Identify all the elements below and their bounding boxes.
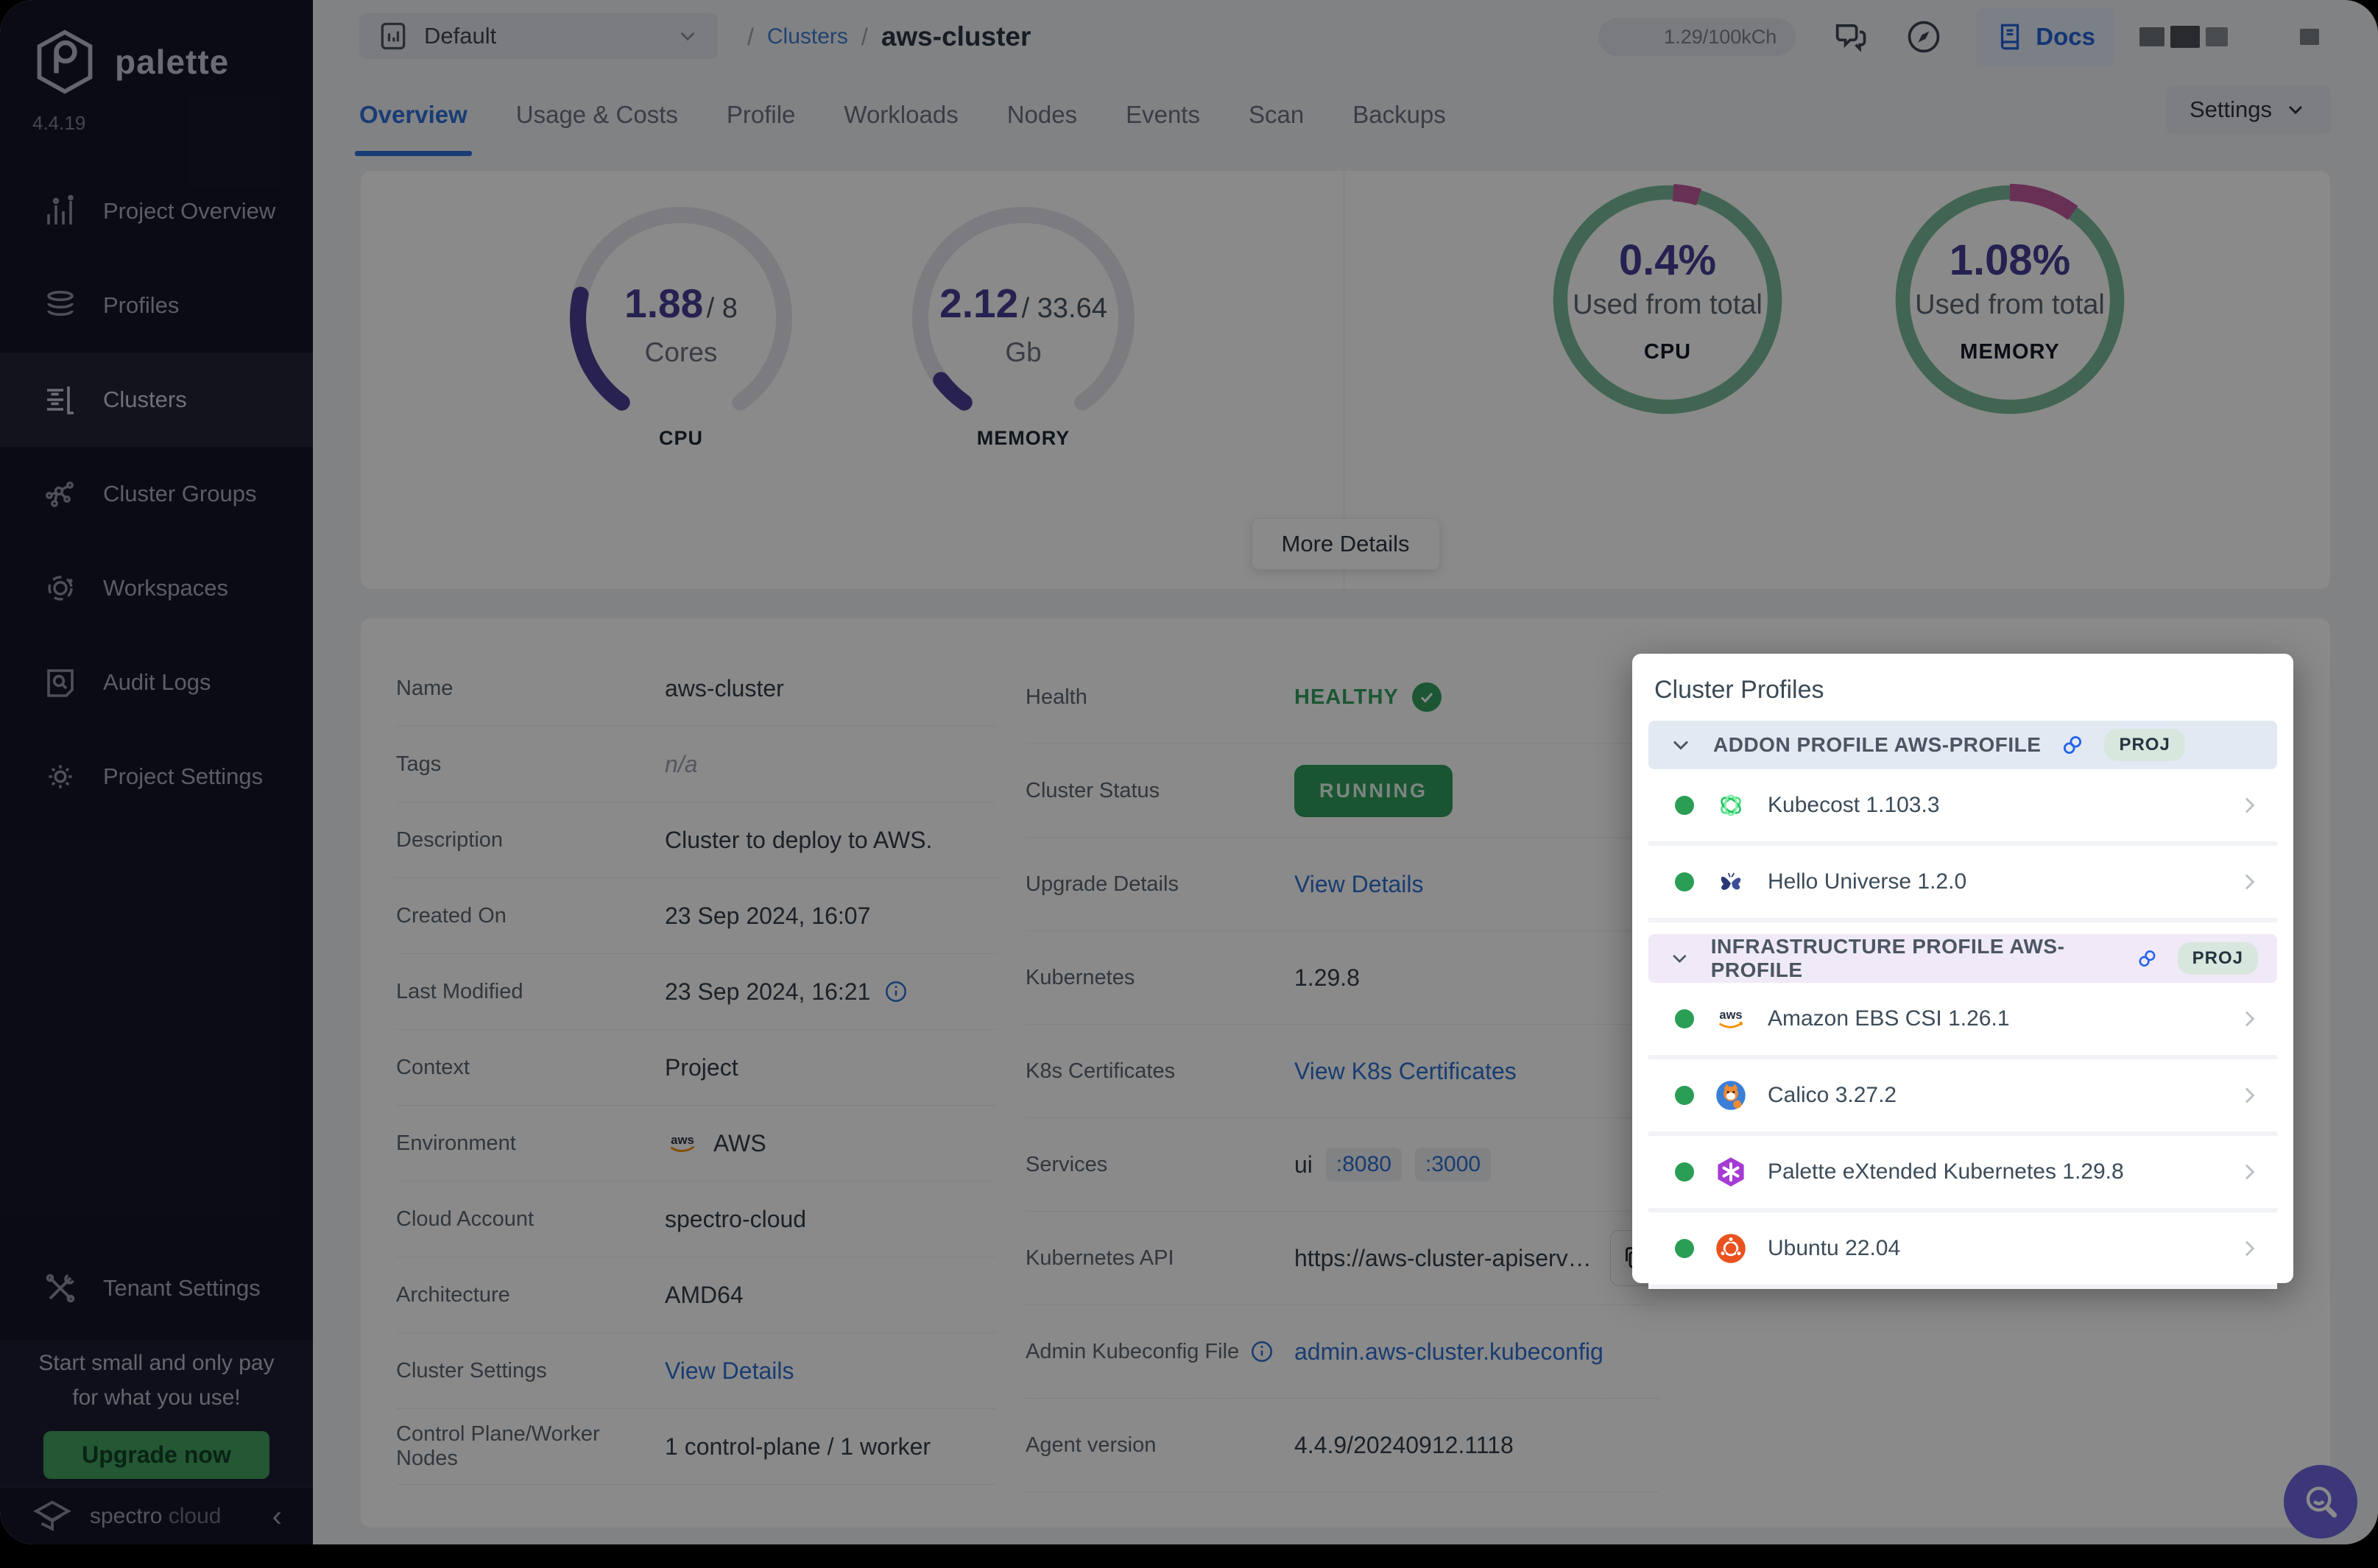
chevron-down-icon — [1668, 732, 1694, 758]
profile-row-hello-universe[interactable]: Hello Universe 1.2.0 — [1648, 846, 2277, 922]
chevron-right-icon — [2237, 1007, 2261, 1031]
pxk-logo — [1715, 1156, 1747, 1188]
profile-pack-name: Ubuntu 22.04 — [1768, 1236, 1900, 1261]
app-window: palette 4.4.19 Project Overview Profiles — [0, 0, 2378, 1544]
status-dot — [1675, 1086, 1694, 1105]
profile-row-amazon-ebs-csi[interactable]: aws Amazon EBS CSI 1.26.1 — [1648, 983, 2277, 1059]
status-dot — [1675, 796, 1694, 815]
profile-row-kubecost[interactable]: Kubecost 1.103.3 — [1648, 769, 2277, 846]
profile-pack-name: Kubecost 1.103.3 — [1768, 793, 1940, 818]
infrastructure-profile-header[interactable]: INFRASTRUCTURE PROFILE AWS-PROFILE PROJ — [1648, 934, 2277, 983]
profile-pack-name: Palette eXtended Kubernetes 1.29.8 — [1768, 1159, 2124, 1184]
kubecost-logo — [1715, 789, 1747, 822]
profile-row-calico[interactable]: Calico 3.27.2 — [1648, 1059, 2277, 1136]
scope-badge: PROJ — [2104, 729, 2184, 761]
profile-pack-name: Calico 3.27.2 — [1768, 1083, 1897, 1108]
ubuntu-logo — [1715, 1232, 1747, 1265]
cluster-profiles-panel: Cluster Profiles ADDON PROFILE AWS-PROFI… — [1632, 654, 2293, 1283]
link-icon — [2060, 732, 2085, 757]
profile-row-ubuntu[interactable]: Ubuntu 22.04 — [1648, 1212, 2277, 1289]
chevron-right-icon — [2237, 1084, 2261, 1107]
hello-universe-logo — [1715, 866, 1747, 898]
scope-badge: PROJ — [2178, 942, 2258, 975]
profile-pack-name: Hello Universe 1.2.0 — [1768, 869, 1966, 894]
addon-profile-title: ADDON PROFILE AWS-PROFILE — [1713, 733, 2041, 757]
chevron-right-icon — [2237, 870, 2261, 894]
aws-logo: aws — [1715, 1003, 1747, 1035]
chevron-right-icon — [2237, 1237, 2261, 1260]
status-dot — [1675, 872, 1694, 891]
chevron-down-icon — [1668, 945, 1692, 972]
profile-pack-name: Amazon EBS CSI 1.26.1 — [1768, 1006, 2010, 1031]
profile-row-palette-extended-kubernetes[interactable]: Palette eXtended Kubernetes 1.29.8 — [1648, 1136, 2277, 1212]
infrastructure-profile-title: INFRASTRUCTURE PROFILE AWS-PROFILE — [1711, 935, 2117, 982]
panel-title: Cluster Profiles — [1654, 676, 2277, 704]
addon-profile-header[interactable]: ADDON PROFILE AWS-PROFILE PROJ — [1648, 721, 2277, 769]
status-dot — [1675, 1009, 1694, 1028]
status-dot — [1675, 1162, 1694, 1182]
svg-text:aws: aws — [1719, 1009, 1742, 1022]
chevron-right-icon — [2237, 794, 2261, 817]
link-icon — [2136, 946, 2159, 971]
status-dot — [1675, 1239, 1694, 1258]
calico-logo — [1715, 1079, 1747, 1112]
chevron-right-icon — [2237, 1160, 2261, 1184]
